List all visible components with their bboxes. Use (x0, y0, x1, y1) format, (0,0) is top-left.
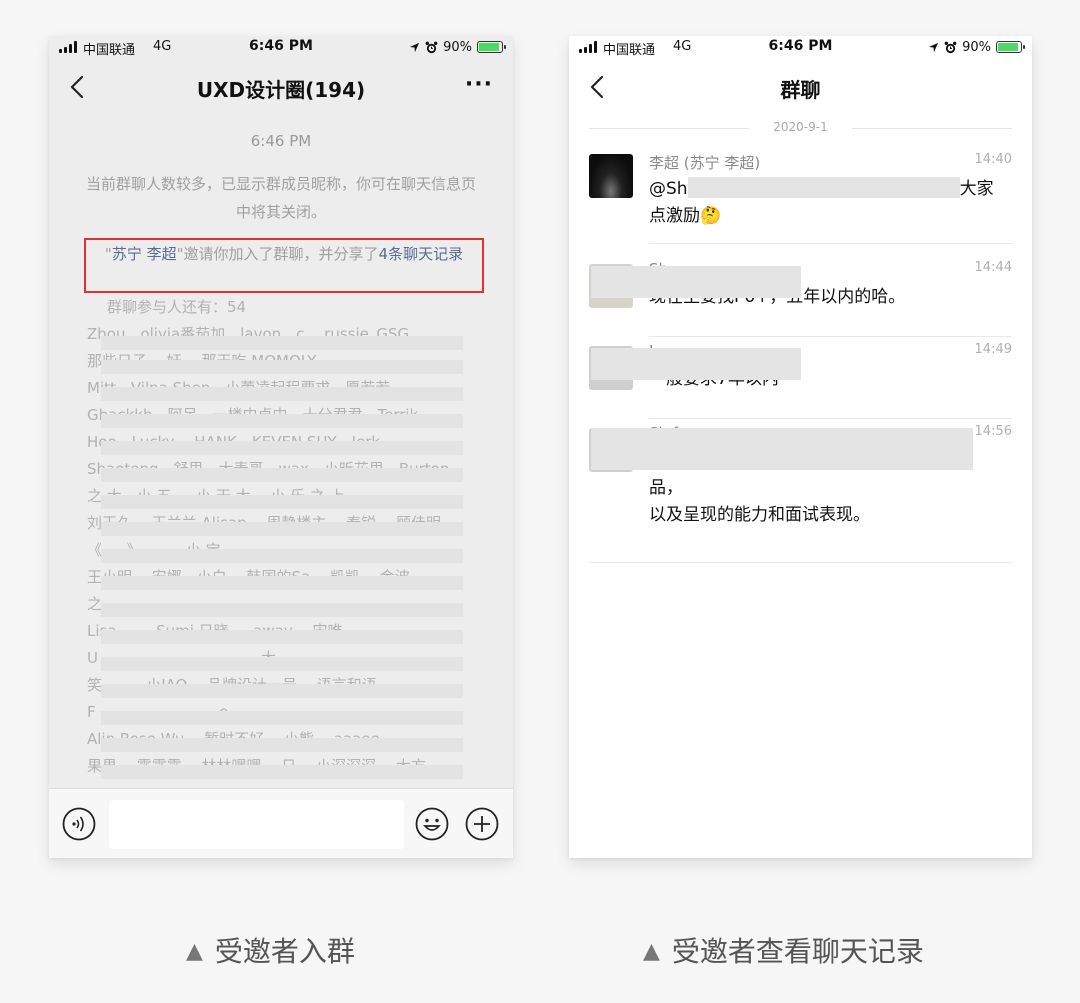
status-bar: 中国联通 4G 6:46 PM 90% (49, 36, 513, 60)
quote-close: " (176, 245, 184, 263)
message-line-end: 大家 (959, 179, 994, 199)
message-line: 点激励🤔 (649, 206, 722, 226)
battery-icon (477, 41, 506, 53)
triangle-marker-icon: ▲ (643, 939, 660, 964)
invitee-join-screen: 中国联通 4G 6:46 PM 90% UXD设计圈(194) ··· 6:46… (49, 36, 513, 858)
message-input[interactable] (109, 800, 404, 849)
chat-input-bar (49, 788, 513, 858)
location-icon (929, 42, 939, 52)
history-message[interactable]: Sh f 14:56 品， 以及呈现的能力和面试表现。 (569, 424, 1032, 534)
history-message[interactable]: Sh 14:44 现在主要找P6+，五年以内的哈。 (569, 260, 1032, 344)
list-end-divider (589, 562, 1012, 563)
status-bar: 中国联通 4G 6:46 PM 90% (569, 36, 1032, 60)
emoji-icon[interactable] (415, 807, 449, 841)
status-right: 90% (409, 38, 506, 56)
invite-message-highlight: "苏宁 李超"邀请你加入了群聊，并分享了4条聊天记录 (84, 238, 484, 293)
battery-percent: 90% (962, 39, 991, 55)
triangle-marker-icon: ▲ (186, 939, 203, 964)
location-icon (410, 42, 420, 52)
history-message[interactable]: L 14:49 一般要求7年以内 (569, 342, 1032, 426)
caption-right-text: 受邀者查看聊天记录 (671, 935, 924, 968)
date-divider: 2020-9-1 (589, 120, 1012, 136)
caption-left: ▲ 受邀者入群 (186, 930, 355, 970)
more-options-icon[interactable]: ··· (465, 72, 493, 97)
sender-name: 李超 (苏宁 李超) (649, 154, 761, 172)
message-time: 14:44 (974, 260, 1012, 275)
message-time: 14:56 (974, 424, 1012, 439)
avatar[interactable] (589, 154, 633, 198)
invite-text: 邀请你加入了群聊，并分享了 (183, 245, 379, 263)
battery-percent: 90% (443, 39, 472, 55)
message-line: 以及呈现的能力和面试表现。 (649, 505, 870, 525)
system-timestamp: 6:46 PM (250, 132, 312, 150)
message-time: 14:49 (974, 342, 1012, 357)
group-title: UXD设计圈(194) (196, 78, 366, 102)
system-notice: 当前群聊人数较多，已显示群成员昵称，你可在聊天信息页中将其关闭。 (85, 175, 476, 221)
chat-history-screen: 中国联通 4G 6:46 PM 90% 群聊 2020-9-1 李超 (苏宁 李… (569, 36, 1032, 858)
voice-icon[interactable] (62, 807, 96, 841)
nav-bar: 群聊 (569, 64, 1032, 110)
history-message[interactable]: 李超 (苏宁 李超) 14:40 @Sh 大家 点激励🤔 (569, 152, 1032, 252)
battery-icon (996, 41, 1025, 53)
chat-history-link[interactable]: 4条聊天记录 (379, 245, 464, 263)
participants-label-row: 群聊参与人还有：54 (87, 294, 475, 321)
plus-icon[interactable] (465, 807, 499, 841)
nav-bar: UXD设计圈(194) ··· (49, 64, 513, 110)
status-right: 90% (928, 38, 1025, 56)
mention: @Sh (649, 179, 688, 199)
alarm-icon (425, 41, 438, 53)
caption-right: ▲ 受邀者查看聊天记录 (643, 930, 924, 970)
participants-label: 群聊参与人还有：54 (107, 298, 247, 316)
message-body: @Sh 大家 点激励🤔 (649, 176, 996, 230)
date-label: 2020-9-1 (773, 120, 828, 134)
inviter-name[interactable]: 苏宁 李超 (112, 245, 177, 263)
message-line-end: 品， (649, 478, 683, 498)
quote-open: " (104, 245, 112, 263)
caption-left-text: 受邀者入群 (214, 935, 355, 968)
page-title: 群聊 (780, 78, 821, 102)
message-time: 14:40 (974, 152, 1012, 167)
alarm-icon (944, 41, 957, 53)
